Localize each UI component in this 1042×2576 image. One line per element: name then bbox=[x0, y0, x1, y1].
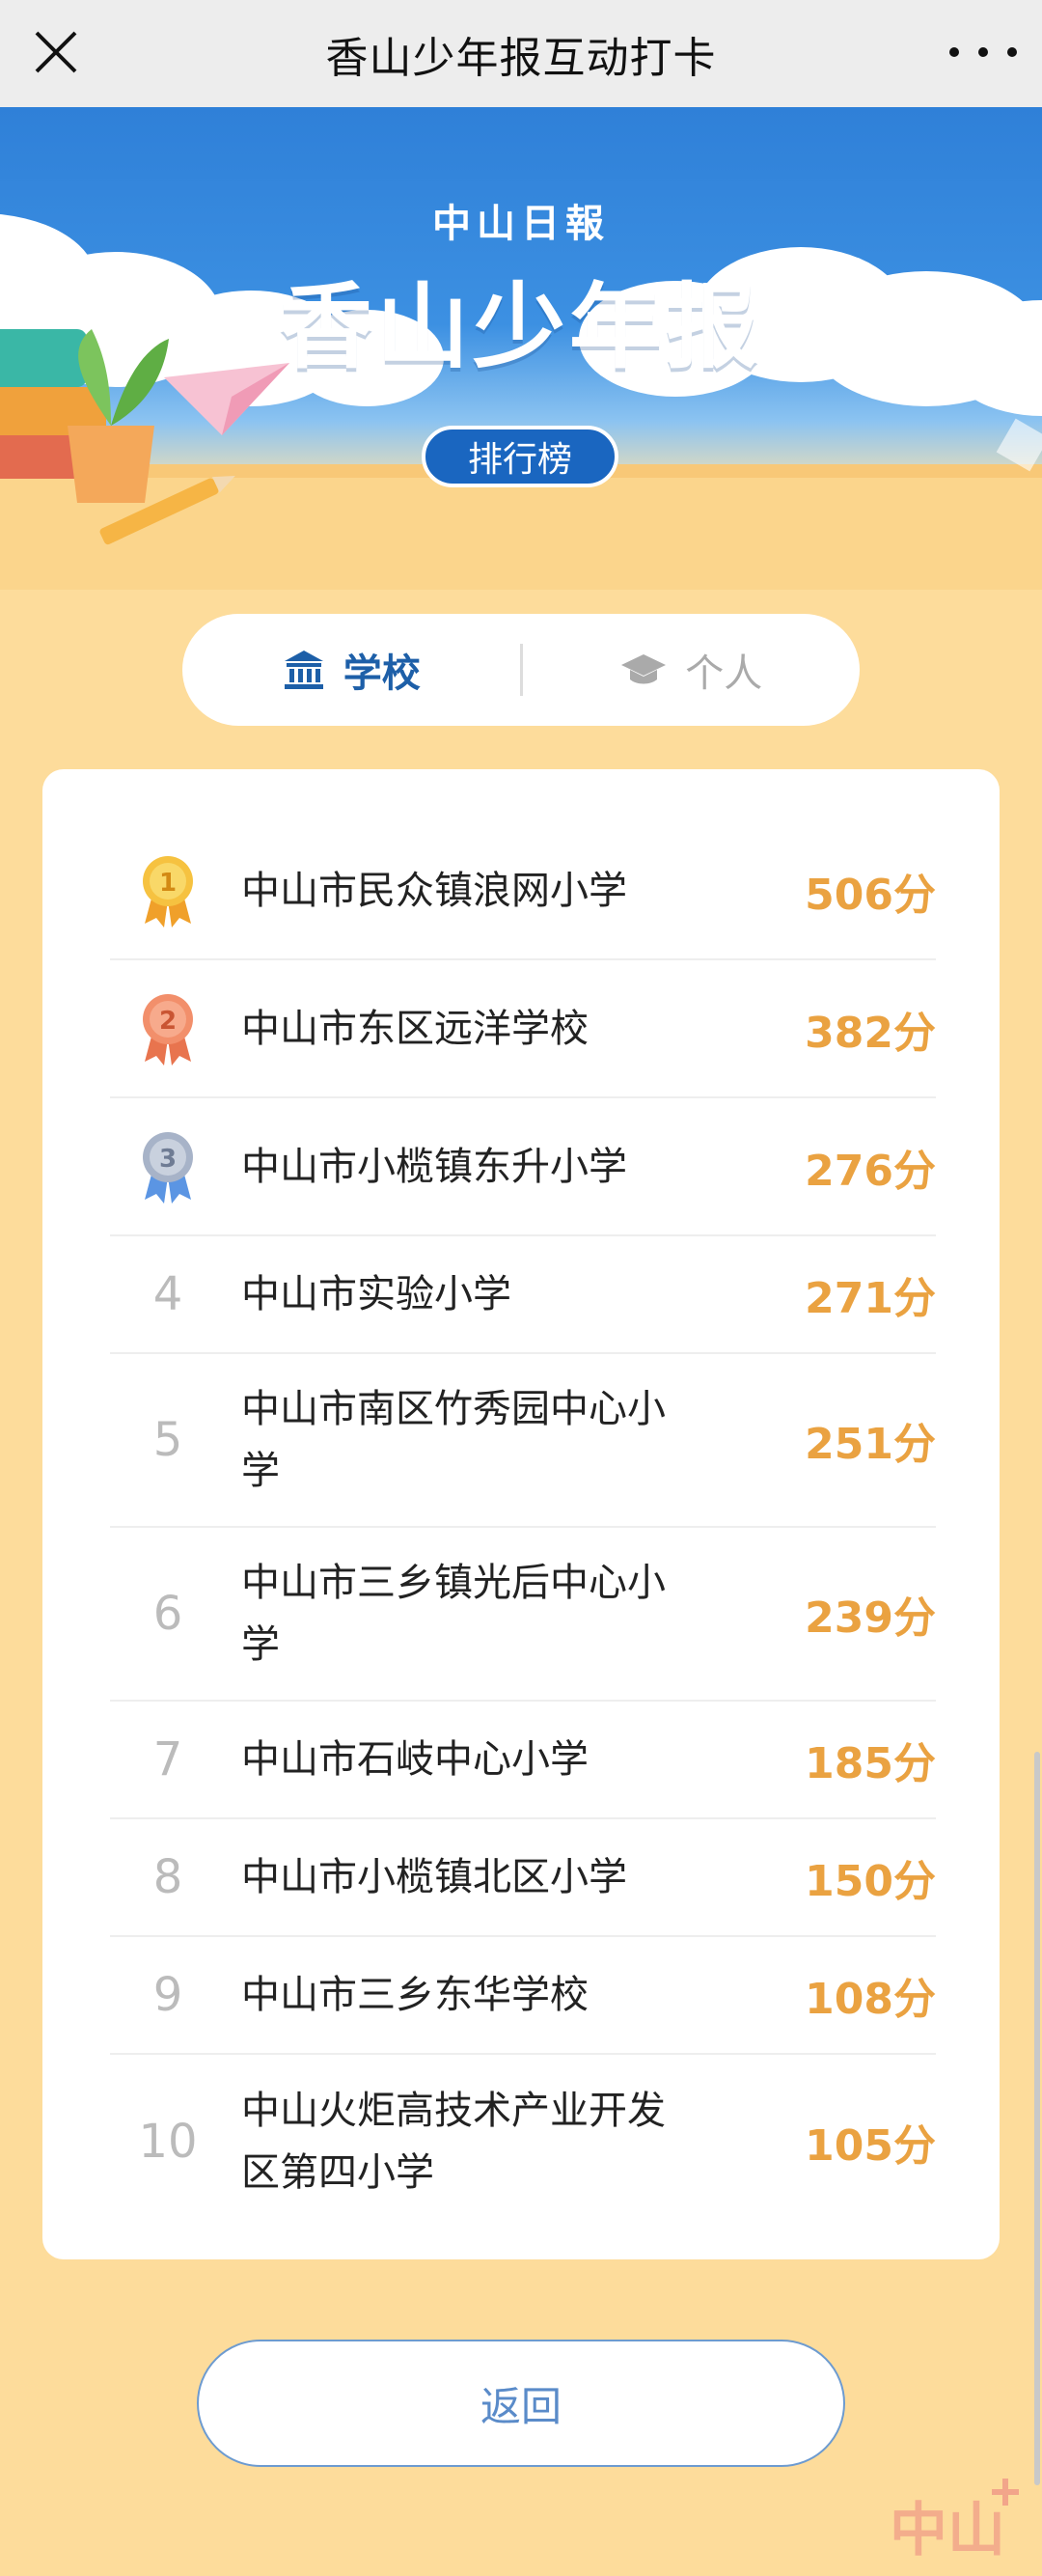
school-name: 中山火炬高技术产业开发区第四小学 bbox=[241, 2089, 666, 2195]
ranking-row[interactable]: 4 中山市实验小学 271分 bbox=[110, 1236, 936, 1354]
rank-number: 1 bbox=[159, 869, 177, 898]
school-score: 239分 bbox=[805, 1593, 936, 1643]
ranking-row[interactable]: 1 中山市民众镇浪网小学 506分 bbox=[110, 822, 936, 960]
ranking-row[interactable]: 8 中山市小榄镇北区小学 150分 bbox=[110, 1819, 936, 1937]
banner-title: 香山少年报 bbox=[280, 273, 762, 381]
ranking-row[interactable]: 9 中山市三乡东华学校 108分 bbox=[110, 1937, 936, 2055]
school-name: 中山市三乡镇光后中心小学 bbox=[241, 1561, 666, 1667]
ranking-list: 1 中山市民众镇浪网小学 506分 2 中山市东区远洋学校 382分 3 中山市… bbox=[42, 769, 1000, 2259]
rank-number: 4 bbox=[152, 1267, 183, 1321]
rank-number: 6 bbox=[152, 1587, 183, 1641]
school-score: 108分 bbox=[805, 1975, 936, 2024]
page-title: 香山少年报互动打卡 bbox=[325, 33, 717, 83]
rank-number: 2 bbox=[159, 1007, 177, 1036]
silver-medal-icon: 3 bbox=[143, 1131, 193, 1204]
school-score: 251分 bbox=[805, 1420, 936, 1469]
school-score: 506分 bbox=[805, 870, 936, 920]
scrollbar[interactable] bbox=[1034, 1752, 1040, 2485]
hero-banner: 中山日報 香山少年报 排行榜 bbox=[0, 107, 1042, 590]
graduation-cap-icon bbox=[621, 654, 667, 684]
ranking-tabs: 学校 个人 bbox=[182, 614, 860, 726]
school-name: 中山市三乡东华学校 bbox=[241, 1973, 589, 2017]
tab-individual-label: 个人 bbox=[685, 651, 763, 696]
rank-number: 8 bbox=[152, 1850, 183, 1904]
school-score: 271分 bbox=[805, 1274, 936, 1323]
school-name: 中山市实验小学 bbox=[241, 1272, 511, 1316]
school-name: 中山市南区竹秀园中心小学 bbox=[241, 1387, 666, 1493]
ranking-row[interactable]: 3 中山市小榄镇东升小学 276分 bbox=[110, 1098, 936, 1236]
school-name: 中山市石岐中心小学 bbox=[241, 1737, 589, 1782]
zhongshan-watermark-logo: 中山 bbox=[890, 2479, 1019, 2564]
school-name: 中山市东区远洋学校 bbox=[241, 1006, 589, 1051]
rank-number: 9 bbox=[152, 1968, 183, 2022]
ranking-row[interactable]: 2 中山市东区远洋学校 382分 bbox=[110, 960, 936, 1098]
leaderboard-badge: 排行榜 bbox=[422, 426, 618, 487]
school-name: 中山市小榄镇东升小学 bbox=[241, 1144, 627, 1189]
tab-school-label: 学校 bbox=[343, 651, 421, 696]
close-icon[interactable] bbox=[29, 25, 83, 79]
school-score: 150分 bbox=[805, 1857, 936, 1906]
ranking-row[interactable]: 5 中山市南区竹秀园中心小学 251分 bbox=[110, 1354, 936, 1528]
rank-number: 7 bbox=[152, 1732, 183, 1787]
top-bar: 香山少年报互动打卡 bbox=[0, 0, 1042, 107]
school-name: 中山市小榄镇北区小学 bbox=[241, 1855, 627, 1899]
school-score: 105分 bbox=[805, 2121, 936, 2171]
ranking-row[interactable]: 7 中山市石岐中心小学 185分 bbox=[110, 1702, 936, 1819]
school-name: 中山市民众镇浪网小学 bbox=[241, 868, 627, 913]
school-score: 382分 bbox=[805, 1008, 936, 1058]
rank-number: 10 bbox=[138, 2115, 198, 2169]
ranking-row[interactable]: 6 中山市三乡镇光后中心小学 239分 bbox=[110, 1528, 936, 1702]
school-score: 276分 bbox=[805, 1146, 936, 1196]
ranking-row[interactable]: 10 中山火炬高技术产业开发区第四小学 105分 bbox=[110, 2055, 936, 2229]
school-building-icon bbox=[284, 651, 323, 689]
tab-school[interactable]: 学校 bbox=[182, 642, 520, 698]
rank-number: 5 bbox=[152, 1413, 183, 1467]
svg-text:中山: 中山 bbox=[890, 2497, 1005, 2564]
rank-number: 3 bbox=[159, 1145, 177, 1174]
tab-individual[interactable]: 个人 bbox=[523, 642, 861, 698]
more-options-icon[interactable] bbox=[949, 25, 1017, 79]
bronze-medal-icon: 2 bbox=[143, 993, 193, 1066]
gold-medal-icon: 1 bbox=[143, 855, 193, 928]
newspaper-brand: 中山日報 bbox=[432, 201, 610, 246]
school-score: 185分 bbox=[805, 1739, 936, 1788]
back-button[interactable]: 返回 bbox=[197, 2340, 845, 2467]
